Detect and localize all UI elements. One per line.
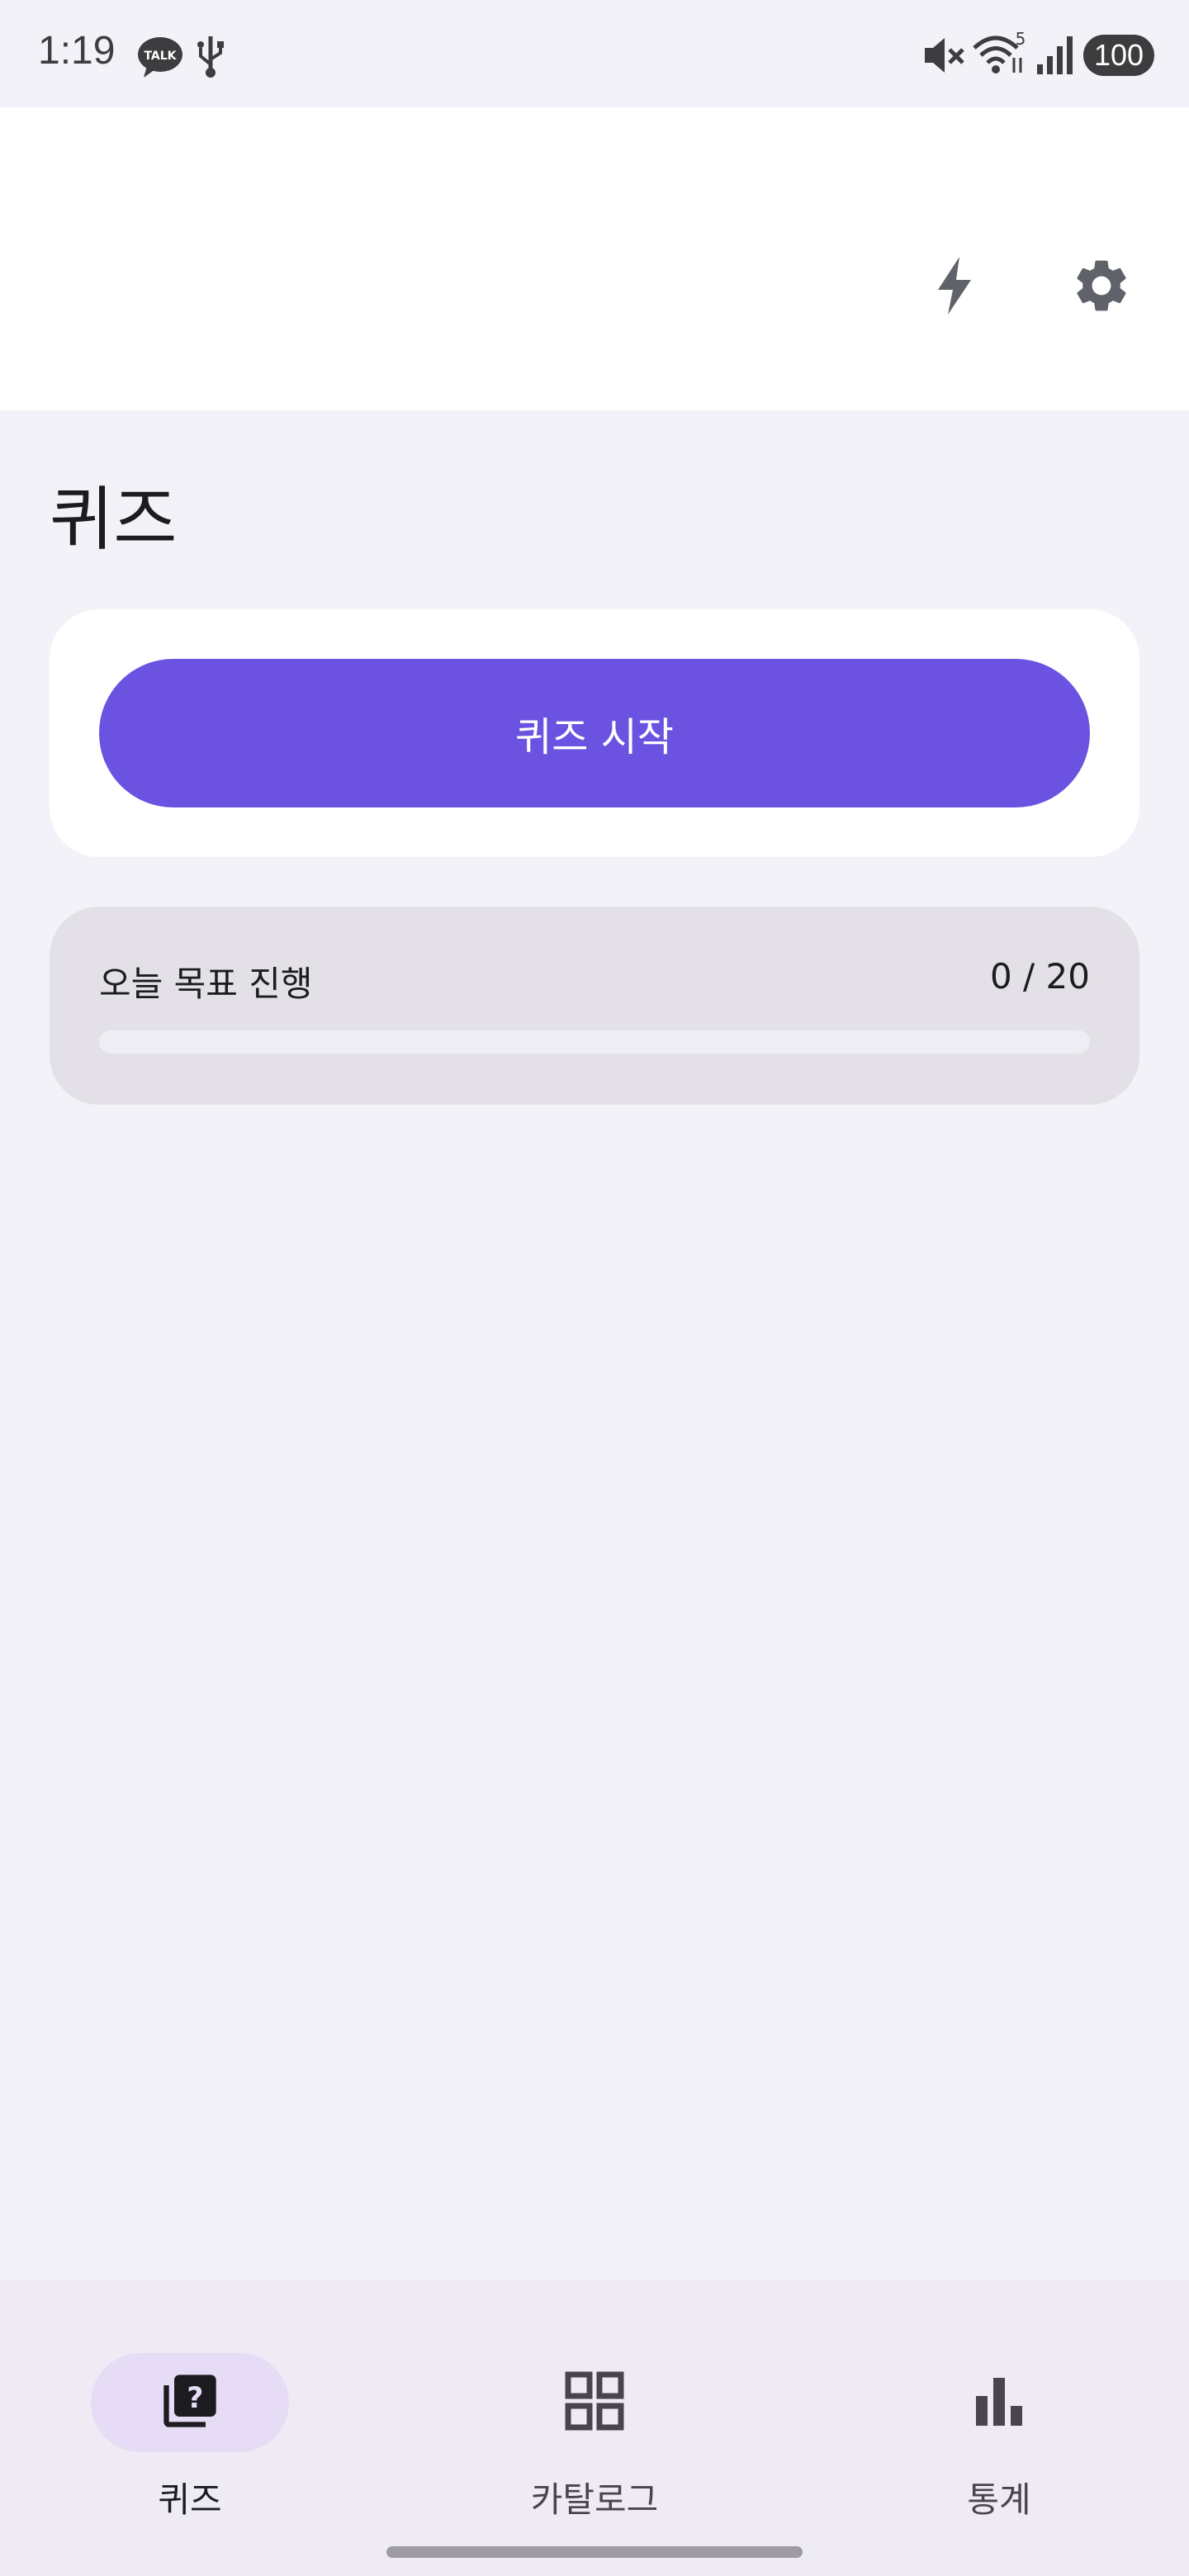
signal-icon <box>1035 35 1077 79</box>
kakaotalk-icon: TALK <box>137 36 183 83</box>
svg-text:5: 5 <box>1016 31 1026 49</box>
start-quiz-card: 퀴즈 시작 <box>50 609 1139 857</box>
svg-text:TALK: TALK <box>144 50 177 63</box>
wifi-icon: 5 <box>973 29 1027 81</box>
mute-icon <box>921 33 966 81</box>
page-title: 퀴즈 <box>50 479 178 560</box>
bottom-navigation: ? 퀴즈 카탈로그 통계 <box>0 2280 1189 2576</box>
nav-active-indicator: ? <box>91 2353 289 2452</box>
goal-progress-bar <box>99 1030 1090 1054</box>
svg-text:?: ? <box>187 2382 203 2415</box>
home-indicator[interactable] <box>386 2546 803 2558</box>
nav-label-quiz: 퀴즈 <box>158 2479 222 2520</box>
usb-icon <box>197 35 225 81</box>
battery-level: 100 <box>1093 38 1144 72</box>
status-bar: 1:19 TALK 5 100 <box>0 0 1189 107</box>
daily-goal-card: 오늘 목표 진행 0 / 20 <box>50 907 1139 1105</box>
flash-button[interactable] <box>915 248 994 327</box>
nav-icon-container <box>900 2353 1098 2452</box>
nav-icon-container <box>495 2353 694 2452</box>
nav-item-stats[interactable]: 통계 <box>834 2315 1164 2520</box>
start-quiz-button[interactable]: 퀴즈 시작 <box>99 659 1090 807</box>
nav-item-catalog[interactable]: 카탈로그 <box>429 2315 760 2520</box>
settings-icon <box>1070 254 1133 320</box>
top-app-bar <box>0 107 1189 410</box>
battery-icon: 100 <box>1083 35 1154 76</box>
goal-label: 오늘 목표 진행 <box>99 964 313 1004</box>
quiz-icon: ? <box>159 2370 221 2436</box>
bar-chart-icon <box>973 2375 1026 2431</box>
grid-icon <box>565 2371 624 2434</box>
flash-icon <box>935 255 974 320</box>
nav-item-quiz[interactable]: ? 퀴즈 <box>25 2315 355 2520</box>
settings-button[interactable] <box>1062 248 1141 327</box>
goal-count: 0 / 20 <box>989 956 1090 997</box>
nav-label-catalog: 카탈로그 <box>530 2479 659 2520</box>
nav-label-stats: 통계 <box>967 2479 1031 2520</box>
status-time: 1:19 <box>38 29 116 73</box>
